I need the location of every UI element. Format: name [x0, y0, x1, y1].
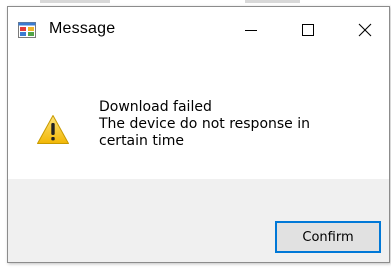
confirm-button[interactable]: Confirm — [275, 221, 381, 253]
message-line: certain time — [99, 133, 184, 149]
message-text: Download failed The device do not respon… — [99, 99, 310, 150]
minimize-button[interactable] — [228, 7, 274, 53]
close-icon — [358, 23, 372, 37]
close-button[interactable] — [342, 7, 388, 53]
message-line: Download failed — [99, 99, 212, 115]
minimize-icon — [245, 30, 257, 31]
maximize-button[interactable] — [285, 7, 331, 53]
message-line: The device do not response in — [99, 116, 311, 132]
message-body: Download failed The device do not respon… — [8, 53, 389, 179]
form-app-icon — [18, 22, 36, 38]
title-bar[interactable]: Message — [8, 7, 389, 53]
window-title: Message — [49, 20, 116, 37]
warning-icon — [37, 115, 69, 144]
maximize-icon — [302, 24, 314, 36]
message-dialog: Message Download failed The device do no… — [7, 6, 390, 263]
button-bar: Confirm — [8, 179, 389, 262]
background-text-fragment — [40, 0, 110, 3]
background-text-fragment — [245, 0, 300, 3]
